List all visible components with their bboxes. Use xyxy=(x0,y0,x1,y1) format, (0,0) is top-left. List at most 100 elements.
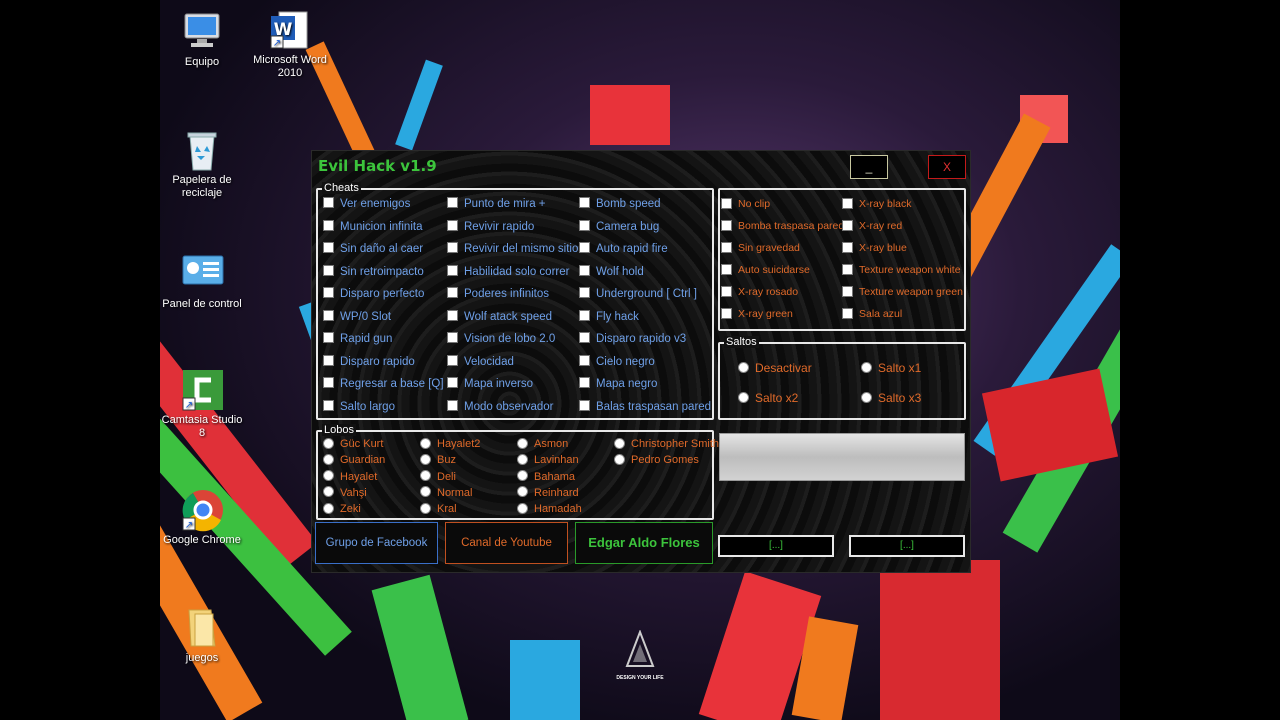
checkbox-camera-bug[interactable]: Camera bug xyxy=(579,219,659,235)
checkbox-x-ray-rosado[interactable]: X-ray rosado xyxy=(721,284,798,300)
wallpaper-bar xyxy=(510,640,580,720)
radio-zeki[interactable]: Zeki xyxy=(323,502,361,516)
radio-deli[interactable]: Deli xyxy=(420,470,456,484)
checkbox-punto-de-mira[interactable]: Punto de mira + xyxy=(447,196,546,212)
desktop-icon-chrome[interactable]: ↗ Google Chrome xyxy=(160,488,244,547)
checkbox-label: Ver enemigos xyxy=(340,198,411,210)
radio-guardian[interactable]: Guardian xyxy=(323,453,385,467)
checkbox-wolf-atack-speed[interactable]: Wolf atack speed xyxy=(447,309,552,325)
checkbox-box xyxy=(447,399,458,411)
checkbox-revivir-rapido[interactable]: Revivir rapido xyxy=(447,219,534,235)
checkbox-no-clip[interactable]: No clip xyxy=(721,196,770,212)
radio-dot xyxy=(323,470,334,482)
lobos-group-label: Lobos xyxy=(322,424,356,436)
small-action-button-1[interactable]: [...] xyxy=(718,535,834,557)
checkbox-salto-largo[interactable]: Salto largo xyxy=(323,399,395,415)
checkbox-modo-observador[interactable]: Modo observador xyxy=(447,399,554,415)
checkbox-box xyxy=(323,264,334,276)
checkbox-disparo-perfecto[interactable]: Disparo perfecto xyxy=(323,286,424,302)
radio-salto-x2[interactable]: Salto x2 xyxy=(738,391,798,405)
checkbox-wp-0-slot[interactable]: WP/0 Slot xyxy=(323,309,391,325)
checkbox-balas-traspasan-pared[interactable]: Balas traspasan pared xyxy=(579,399,711,415)
desktop-icon-label: Panel de control xyxy=(162,298,242,310)
checkbox-underground-ctrl[interactable]: Underground [ Ctrl ] xyxy=(579,286,697,302)
checkbox-fly-hack[interactable]: Fly hack xyxy=(579,309,639,325)
radio-label: Asmon xyxy=(534,438,569,450)
desktop-icon-juegos[interactable]: juegos xyxy=(160,606,244,665)
checkbox-disparo-rapido-v3[interactable]: Disparo rapido v3 xyxy=(579,331,686,347)
radio-salto-x1[interactable]: Salto x1 xyxy=(861,361,921,375)
radio-normal[interactable]: Normal xyxy=(420,486,472,500)
checkbox-bomb-speed[interactable]: Bomb speed xyxy=(579,196,661,212)
chrome-icon: ↗ xyxy=(181,488,223,532)
facebook-group-button[interactable]: Grupo de Facebook xyxy=(315,522,438,564)
radio-christopher-smith[interactable]: Christopher Smith xyxy=(614,437,719,451)
checkbox-label: Disparo rapido v3 xyxy=(596,333,687,345)
radio-guc-kurt[interactable]: Güc Kurt xyxy=(323,437,383,451)
checkbox-label: Velocidad xyxy=(464,355,514,368)
close-button[interactable]: X xyxy=(928,155,966,179)
saltos-group-label: Saltos xyxy=(724,336,759,348)
radio-buz[interactable]: Buz xyxy=(420,453,456,467)
checkbox-rapid-gun[interactable]: Rapid gun xyxy=(323,331,392,347)
radio-pedro-gomes[interactable]: Pedro Gomes xyxy=(614,453,699,467)
checkbox-x-ray-black[interactable]: X-ray black xyxy=(842,196,912,212)
checkbox-label: Auto suicidarse xyxy=(738,264,810,276)
checkbox-label: Bomba traspasa pared xyxy=(738,220,845,232)
author-button[interactable]: Edgar Aldo Flores xyxy=(575,522,713,564)
checkbox-bomba-traspasa-pared[interactable]: Bomba traspasa pared xyxy=(721,218,844,234)
checkbox-x-ray-green[interactable]: X-ray green xyxy=(721,306,793,322)
radio-dot xyxy=(738,392,749,404)
checkbox-mapa-inverso[interactable]: Mapa inverso xyxy=(447,376,533,392)
desktop-icon-camtasia[interactable]: ↗ Camtasia Studio 8 xyxy=(160,368,244,440)
radio-hayalet[interactable]: Hayalet xyxy=(323,470,377,484)
youtube-channel-button[interactable]: Canal de Youtube xyxy=(445,522,568,564)
checkbox-mapa-negro[interactable]: Mapa negro xyxy=(579,376,657,392)
radio-desactivar[interactable]: Desactivar xyxy=(738,361,812,375)
radio-hayalet2[interactable]: Hayalet2 xyxy=(420,437,480,451)
checkbox-velocidad[interactable]: Velocidad xyxy=(447,354,514,370)
checkbox-auto-rapid-fire[interactable]: Auto rapid fire xyxy=(579,241,668,257)
radio-asmon[interactable]: Asmon xyxy=(517,437,568,451)
checkbox-label: X-ray black xyxy=(859,198,912,210)
checkbox-regresar-a-base-q[interactable]: Regresar a base [Q] xyxy=(323,376,444,392)
radio-kral[interactable]: Kral xyxy=(420,502,457,516)
radio-salto-x3[interactable]: Salto x3 xyxy=(861,391,921,405)
radio-hamadah[interactable]: Hamadah xyxy=(517,502,582,516)
checkbox-ver-enemigos[interactable]: Ver enemigos xyxy=(323,196,410,212)
checkbox-habilidad-solo-correr[interactable]: Habilidad solo correr xyxy=(447,264,569,280)
checkbox-box xyxy=(579,242,590,254)
checkbox-auto-suicidarse[interactable]: Auto suicidarse xyxy=(721,262,810,278)
small-action-button-2[interactable]: [...] xyxy=(849,535,965,557)
checkbox-sin-retroimpacto[interactable]: Sin retroimpacto xyxy=(323,264,424,280)
radio-dot xyxy=(517,486,528,498)
checkbox-vision-de-lobo-2-0[interactable]: Vision de lobo 2.0 xyxy=(447,331,555,347)
desktop-icon-papelera[interactable]: Papelera de reciclaje xyxy=(160,128,244,200)
radio-lavinhan[interactable]: Lavinhan xyxy=(517,453,579,467)
desktop-icon-panel[interactable]: Panel de control xyxy=(160,252,244,311)
checkbox-box xyxy=(579,287,590,299)
checkbox-revivir-del-mismo-sitio[interactable]: Revivir del mismo sitio xyxy=(447,241,578,257)
checkbox-label: Fly hack xyxy=(596,310,639,323)
checkbox-sala-azul[interactable]: Sala azul xyxy=(842,306,902,322)
checkbox-wolf-hold[interactable]: Wolf hold xyxy=(579,264,644,280)
checkbox-disparo-rapido[interactable]: Disparo rapido xyxy=(323,354,415,370)
checkbox-poderes-infinitos[interactable]: Poderes infinitos xyxy=(447,286,549,302)
desktop-icon-word[interactable]: W ↗ Microsoft Word 2010 xyxy=(248,8,332,80)
radio-reinhard[interactable]: Reinhard xyxy=(517,486,579,500)
checkbox-box xyxy=(447,354,458,366)
checkbox-x-ray-red[interactable]: X-ray red xyxy=(842,218,902,234)
checkbox-sin-dano-al-caer[interactable]: Sin daño al caer xyxy=(323,241,423,257)
checkbox-label: Bomb speed xyxy=(596,198,661,210)
saltos-group: Saltos Desactivar Salto x1 Salto x2 Salt… xyxy=(718,336,966,420)
checkbox-texture-weapon-green[interactable]: Texture weapon green xyxy=(842,284,963,300)
desktop-icon-equipo[interactable]: Equipo xyxy=(160,10,244,69)
radio-vahsi[interactable]: Vahşi xyxy=(323,486,367,500)
checkbox-cielo-negro[interactable]: Cielo negro xyxy=(579,354,655,370)
checkbox-municion-infinita[interactable]: Municion infinita xyxy=(323,219,422,235)
checkbox-texture-weapon-white[interactable]: Texture weapon white xyxy=(842,262,961,278)
radio-bahama[interactable]: Bahama xyxy=(517,470,575,484)
minimize-button[interactable]: _ xyxy=(850,155,888,179)
checkbox-sin-gravedad[interactable]: Sin gravedad xyxy=(721,240,800,256)
checkbox-x-ray-blue[interactable]: X-ray blue xyxy=(842,240,907,256)
